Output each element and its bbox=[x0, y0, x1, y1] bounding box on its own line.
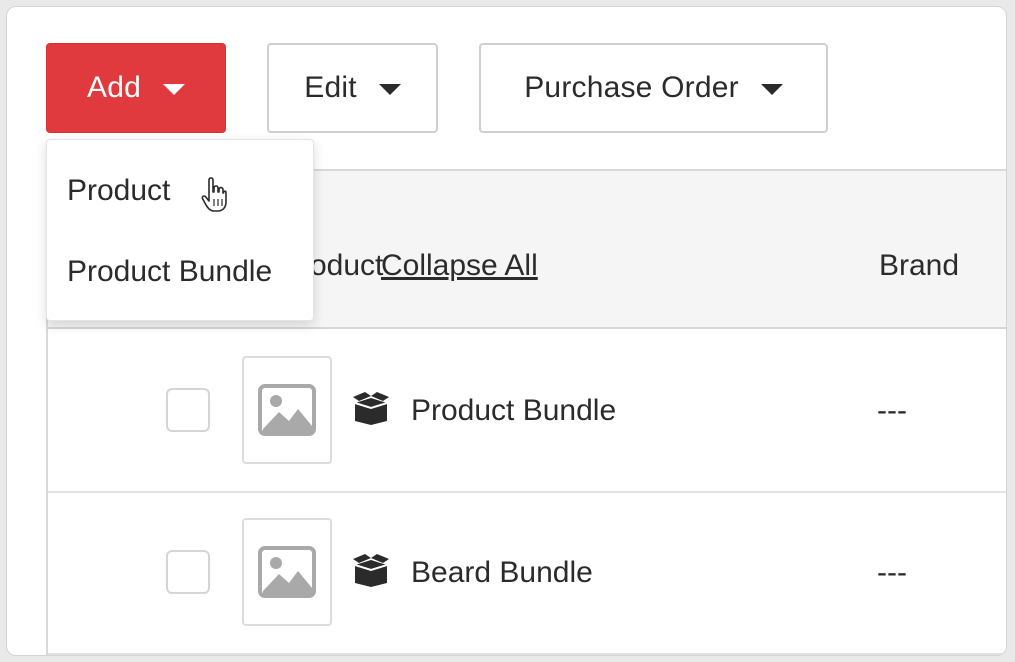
collapse-all-link[interactable]: Collapse All bbox=[381, 249, 538, 283]
purchase-order-button-label: Purchase Order bbox=[524, 71, 739, 104]
row-checkbox[interactable] bbox=[166, 550, 210, 594]
bundle-box-icon bbox=[353, 554, 389, 587]
product-name: Product Bundle bbox=[411, 394, 617, 427]
chevron-down-icon bbox=[378, 84, 401, 95]
chevron-down-icon bbox=[162, 84, 185, 95]
table-row[interactable]: Beard Bundle --- bbox=[48, 493, 1006, 655]
product-name: Beard Bundle bbox=[411, 556, 593, 589]
product-thumbnail bbox=[242, 518, 332, 626]
edit-button[interactable]: Edit bbox=[267, 43, 438, 133]
image-placeholder-icon bbox=[258, 546, 316, 598]
add-dropdown-menu: Product Product Bundle bbox=[46, 139, 314, 321]
row-checkbox[interactable] bbox=[166, 388, 210, 432]
menu-item-product[interactable]: Product bbox=[67, 174, 170, 208]
add-button[interactable]: Add bbox=[46, 43, 226, 133]
column-header-brand: Brand bbox=[879, 249, 960, 282]
product-brand: --- bbox=[877, 394, 907, 427]
edit-button-label: Edit bbox=[304, 71, 357, 104]
image-placeholder-icon bbox=[258, 384, 316, 436]
chevron-down-icon bbox=[760, 84, 783, 95]
app-frame: Add Edit Purchase Order Product Collapse… bbox=[6, 6, 1007, 656]
product-thumbnail bbox=[242, 356, 332, 464]
purchase-order-button[interactable]: Purchase Order bbox=[479, 43, 828, 133]
bundle-box-icon bbox=[353, 392, 389, 425]
add-button-label: Add bbox=[87, 71, 141, 104]
product-brand: --- bbox=[877, 556, 907, 589]
hand-pointer-icon bbox=[201, 177, 227, 212]
menu-item-product-bundle[interactable]: Product Bundle bbox=[67, 255, 272, 289]
table-row[interactable]: Product Bundle --- bbox=[48, 331, 1006, 493]
